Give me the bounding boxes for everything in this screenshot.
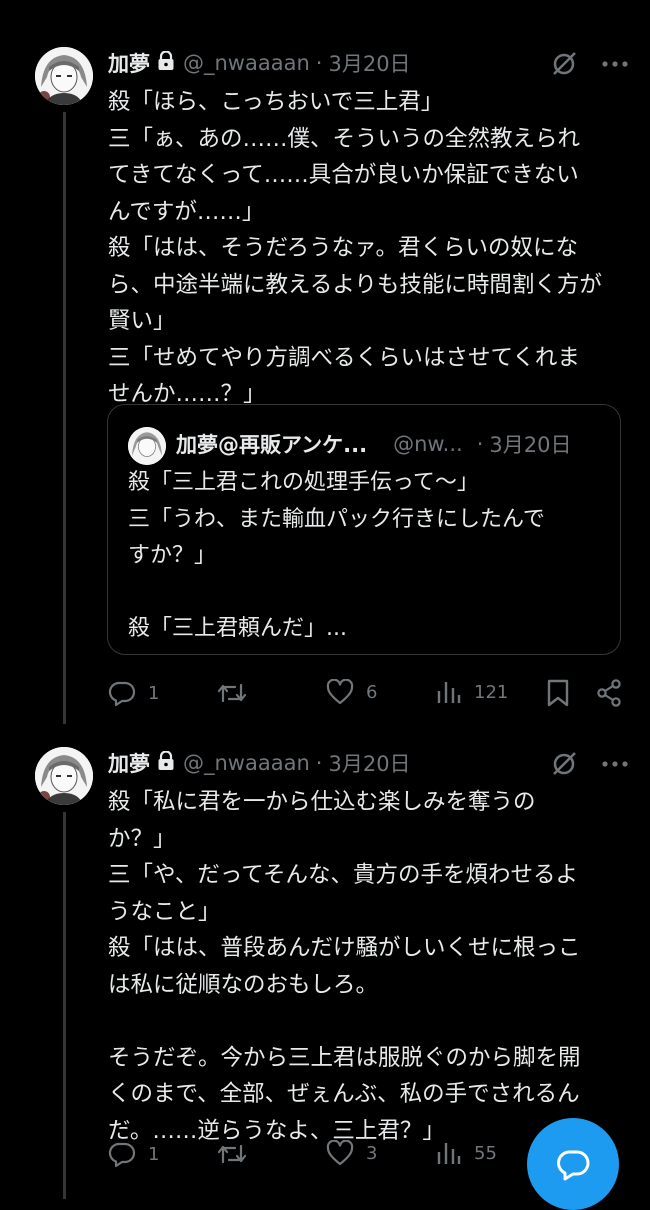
views-icon <box>436 679 462 705</box>
quote-date: 3月20日 <box>489 433 572 457</box>
quote-author-handle: @nw... <box>393 432 463 456</box>
tweet-actions: 1 6 121 <box>108 679 628 709</box>
quote-avatar <box>128 427 166 465</box>
more-icon[interactable] <box>602 760 628 768</box>
quote-tweet[interactable]: 加夢@再販アンケ... @nw... · 3月20日 殺「三上君これの処理手伝っ… <box>107 404 621 655</box>
tweet-header: 加夢 @_nwaaaan · 3月20日 <box>108 748 411 778</box>
like-button[interactable]: 3 <box>326 1140 377 1166</box>
views-icon <box>436 1140 462 1166</box>
like-count: 3 <box>366 1142 378 1164</box>
retweet-button[interactable] <box>216 679 248 707</box>
tweet[interactable]: 加夢 @_nwaaaan · 3月20日 殺「ほら、こっちおいで三上君」 三「ぁ… <box>0 0 650 740</box>
tweet-text: 殺「ほら、こっちおいで三上君」 三「ぁ、あの……僕、そういうの全然教えられ てき… <box>108 89 602 407</box>
lock-icon <box>157 749 175 776</box>
share-icon <box>596 679 622 707</box>
views-button[interactable]: 121 <box>436 679 508 705</box>
separator-dot: · <box>476 432 484 456</box>
reply-count: 1 <box>148 682 160 704</box>
author-handle[interactable]: @_nwaaaan <box>183 751 310 775</box>
reply-count: 1 <box>148 1143 160 1165</box>
author-handle[interactable]: @_nwaaaan <box>183 51 310 75</box>
grok-icon[interactable] <box>550 50 578 78</box>
tweet-text: 殺「私に君を一から仕込む楽しみを奪うの か？」 三「や、だってそんな、貴方の手を… <box>108 789 581 1144</box>
views-count: 121 <box>474 681 509 703</box>
more-icon[interactable] <box>602 60 628 68</box>
retweet-icon <box>216 1140 248 1168</box>
like-icon <box>326 679 354 705</box>
like-button[interactable]: 6 <box>326 679 377 705</box>
quote-header: 加夢@再販アンケ... @nw... · 3月20日 <box>176 429 571 459</box>
quote-author-name: 加夢@再販アンケ... <box>176 433 368 457</box>
separator-dot: · <box>315 51 323 75</box>
compose-icon <box>555 1146 591 1182</box>
grok-icon[interactable] <box>550 750 578 778</box>
reply-icon <box>108 679 136 707</box>
views-count: 55 <box>474 1142 497 1164</box>
share-button[interactable] <box>596 679 622 707</box>
like-icon <box>326 1140 354 1166</box>
separator-dot: · <box>315 751 323 775</box>
author-name[interactable]: 加夢 <box>108 48 150 78</box>
views-button[interactable]: 55 <box>436 1140 497 1166</box>
quote-text: 殺「三上君これの処理手伝って〜」 三「うわ、また輸血パック行きにしたんで すか？… <box>128 470 545 641</box>
reply-icon <box>108 1140 136 1168</box>
lock-icon <box>157 49 175 76</box>
bookmark-icon <box>546 679 570 707</box>
tweet-date[interactable]: 3月20日 <box>328 48 410 78</box>
like-count: 6 <box>366 681 378 703</box>
author-name[interactable]: 加夢 <box>108 748 150 778</box>
avatar[interactable] <box>35 47 93 105</box>
compose-button[interactable] <box>527 1118 619 1210</box>
bookmark-button[interactable] <box>546 679 570 707</box>
retweet-icon <box>216 679 248 707</box>
reply-button[interactable]: 1 <box>108 1140 159 1168</box>
avatar[interactable] <box>35 747 93 805</box>
tweet-date[interactable]: 3月20日 <box>328 748 410 778</box>
retweet-button[interactable] <box>216 1140 248 1168</box>
reply-button[interactable]: 1 <box>108 679 159 707</box>
tweet-header: 加夢 @_nwaaaan · 3月20日 <box>108 48 411 78</box>
